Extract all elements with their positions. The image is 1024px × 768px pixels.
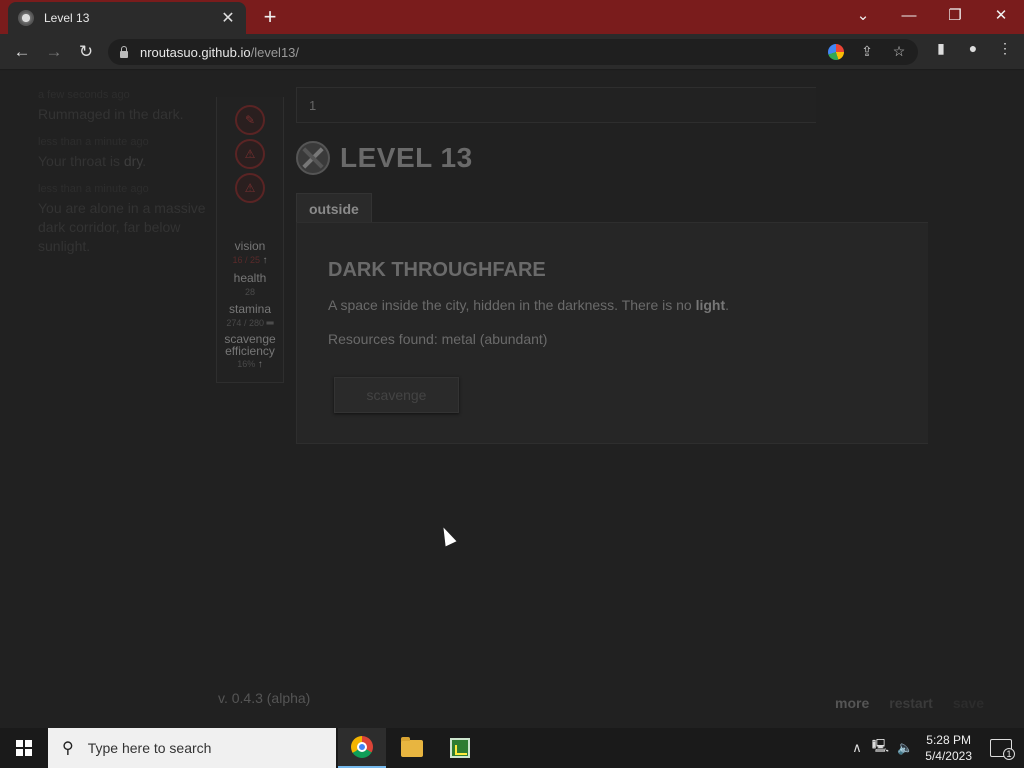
more-link[interactable]: more — [835, 695, 869, 711]
profile-icon[interactable]: ● — [964, 40, 982, 57]
chrome-icon — [351, 736, 373, 758]
location-description: A space inside the city, hidden in the d… — [328, 297, 730, 313]
footer-links: more restart save — [835, 695, 984, 711]
log-text: Rummaged in the dark. — [38, 106, 184, 122]
stat-label: health — [233, 271, 267, 285]
scavenge-button[interactable]: scavenge — [334, 377, 459, 413]
windows-taskbar: ⚲ Type here to search ∧ 🖳 🔈 5:28 PM 5/4/… — [0, 728, 1024, 768]
perk-thirst-icon[interactable]: ⚠ — [235, 139, 265, 169]
perk-hunger-icon[interactable]: ⚠ — [235, 173, 265, 203]
side-panel-icon[interactable]: ▮ — [932, 40, 950, 57]
taskbar-search[interactable]: ⚲ Type here to search — [48, 728, 336, 768]
level-title: LEVEL 13 — [340, 142, 473, 173]
notification-count: 1 — [1003, 748, 1015, 760]
restore-button[interactable]: ❐ — [932, 0, 978, 30]
position-text: 1 — [309, 97, 317, 113]
network-icon[interactable]: 🖳 — [872, 737, 889, 759]
stat-label: scavenge efficiency — [224, 332, 276, 358]
restart-link[interactable]: restart — [889, 695, 933, 711]
clock-time: 5:28 PM — [926, 733, 971, 747]
arrow-up-icon: ↑ — [257, 359, 263, 370]
log-time: less than a minute ago — [38, 136, 149, 148]
menu-kebab-icon[interactable]: ⋮ — [996, 40, 1014, 57]
version-label: v. 0.4.3 (alpha) — [218, 690, 311, 706]
compass-icon — [296, 141, 330, 175]
stat-stamina: stamina 274 / 280 ═ — [217, 302, 283, 329]
minimize-button[interactable]: — — [886, 0, 932, 30]
tab-search-icon[interactable]: ⌄ — [840, 0, 886, 30]
resources-found: Resources found: metal (abundant) — [328, 331, 548, 347]
browser-toolbar: ← → ↻ nroutasuo.github.io/level13/ ⇪ ☆ ▮… — [0, 34, 1024, 70]
log-entry: less than a minute ago You are alone in … — [38, 183, 218, 256]
location-panel: DARK THROUGHFARE A space inside the city… — [296, 222, 928, 444]
file-explorer-taskbar-button[interactable] — [388, 728, 436, 768]
search-placeholder: Type here to search — [87, 740, 212, 756]
address-bar[interactable]: nroutasuo.github.io/level13/ ⇪ ☆ — [108, 39, 918, 65]
stat-label: vision — [234, 239, 266, 253]
browser-tab[interactable]: Level 13 ✕ — [8, 2, 246, 34]
location-tabs: outside — [296, 193, 372, 223]
equal-icon: ═ — [266, 318, 274, 329]
chrome-taskbar-button[interactable] — [338, 728, 386, 768]
google-lens-icon[interactable] — [828, 44, 844, 60]
share-icon[interactable]: ⇪ — [858, 43, 876, 60]
level-header: LEVEL 13 — [296, 141, 473, 175]
stat-scavenge-efficiency: scavenge efficiency 16% ↑ — [217, 333, 283, 370]
start-button[interactable] — [0, 728, 48, 768]
search-icon: ⚲ — [62, 740, 74, 757]
stat-value: 16 / 25 — [232, 255, 260, 265]
message-log: a few seconds ago Rummaged in the dark. … — [38, 89, 218, 268]
log-time: a few seconds ago — [38, 89, 130, 101]
log-text: Your throat is dry. — [38, 153, 147, 169]
chart-app-icon — [450, 738, 470, 758]
notifications-icon[interactable]: 1 — [990, 739, 1015, 760]
mouse-cursor-icon — [438, 524, 457, 547]
log-time: less than a minute ago — [38, 183, 149, 195]
chevron-up-icon[interactable]: ∧ — [852, 740, 862, 756]
stat-health: health 28 — [217, 271, 283, 297]
tab-title: Level 13 — [44, 11, 90, 25]
stat-value: 274 / 280 — [226, 318, 264, 328]
spreadsheet-taskbar-button[interactable] — [436, 728, 484, 768]
log-entry: a few seconds ago Rummaged in the dark. — [38, 89, 218, 124]
save-link[interactable]: save — [953, 695, 984, 711]
favicon-icon — [18, 10, 34, 26]
stat-label: stamina — [228, 302, 272, 316]
reload-button[interactable]: ↻ — [74, 40, 98, 64]
log-entry: less than a minute ago Your throat is dr… — [38, 136, 218, 171]
stat-value: 28 — [244, 287, 255, 297]
forward-button[interactable]: → — [42, 40, 66, 64]
url-host: nroutasuo.github.io — [140, 44, 251, 60]
log-text: You are alone in a massive dark corridor… — [38, 200, 206, 254]
stat-value: 16% — [237, 359, 256, 369]
clock-date: 5/4/2023 — [925, 749, 972, 763]
url-path: /level13/ — [250, 44, 300, 60]
lock-icon[interactable] — [118, 46, 130, 58]
folder-icon — [401, 736, 423, 757]
volume-icon[interactable]: 🔈 — [897, 740, 913, 756]
location-name: DARK THROUGHFARE — [328, 259, 546, 281]
position-bar: 1 — [296, 87, 816, 123]
windows-logo-icon — [16, 740, 32, 756]
stat-vision: vision 16 / 25 ↑ — [217, 239, 283, 266]
stats-panel: ✎ ⚠ ⚠ vision 16 / 25 ↑ health 28 stamina… — [216, 97, 284, 383]
new-tab-button[interactable]: + — [258, 4, 282, 30]
tab-close-icon[interactable]: ✕ — [220, 8, 236, 28]
browser-tab-strip: Level 13 ✕ + ⌄ — ❐ ✕ — [0, 0, 1024, 34]
perk-light-icon[interactable]: ✎ — [235, 105, 265, 135]
close-window-button[interactable]: ✕ — [978, 0, 1024, 30]
system-tray: ∧ 🖳 🔈 5:28 PM 5/4/2023 1 — [852, 728, 1024, 768]
arrow-up-icon: ↑ — [262, 255, 268, 266]
game-page: a few seconds ago Rummaged in the dark. … — [0, 71, 1024, 728]
bookmark-star-icon[interactable]: ☆ — [890, 43, 908, 60]
tab-outside[interactable]: outside — [296, 193, 372, 223]
back-button[interactable]: ← — [10, 40, 34, 64]
clock[interactable]: 5:28 PM 5/4/2023 — [925, 732, 972, 764]
